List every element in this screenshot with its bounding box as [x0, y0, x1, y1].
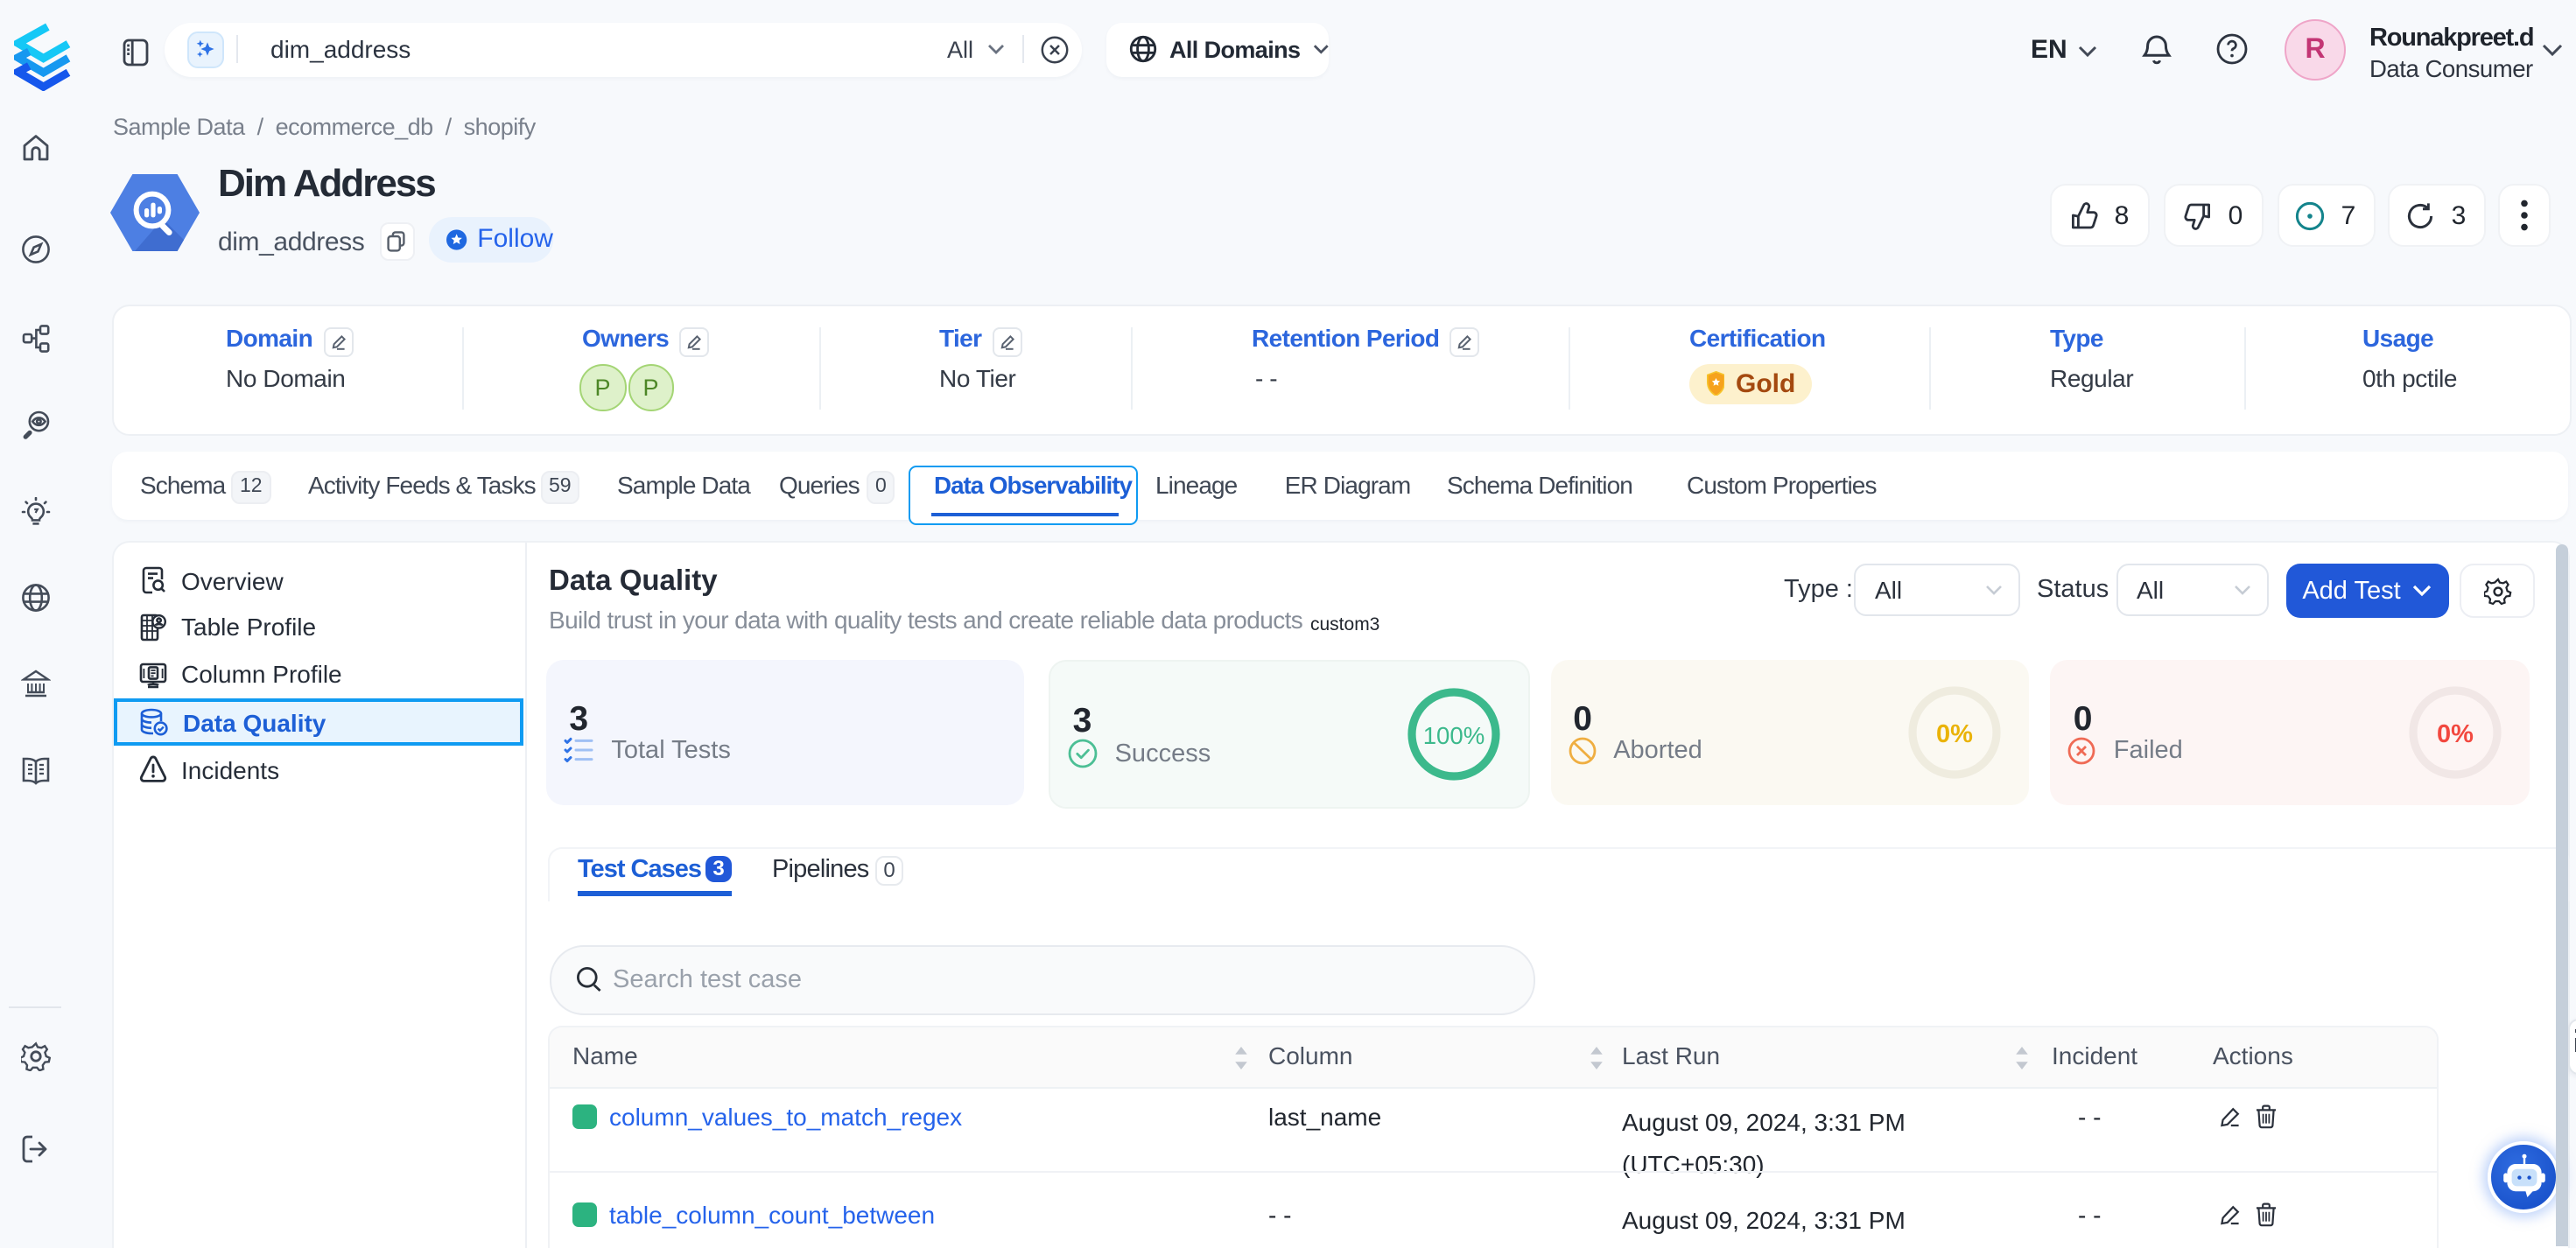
svg-text:0%: 0% — [1936, 719, 1973, 747]
svg-text:100%: 100% — [1422, 721, 1485, 748]
svg-text:0%: 0% — [2437, 719, 2474, 747]
